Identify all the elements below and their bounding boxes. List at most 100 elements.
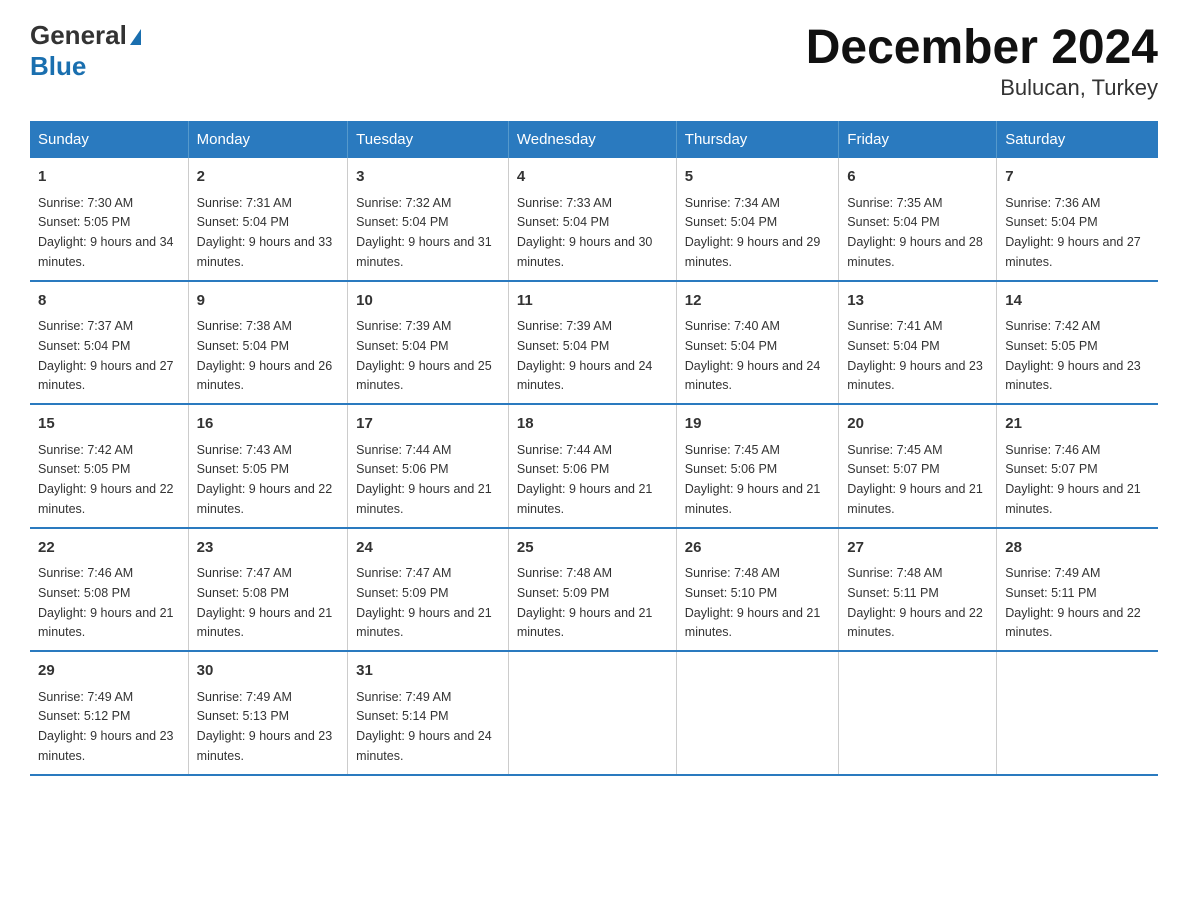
day-number: 21 (1005, 413, 1150, 436)
day-info: Sunrise: 7:35 AMSunset: 5:04 PMDaylight:… (847, 196, 983, 269)
day-info: Sunrise: 7:48 AMSunset: 5:11 PMDaylight:… (847, 566, 983, 639)
calendar-table: SundayMondayTuesdayWednesdayThursdayFrid… (30, 121, 1158, 776)
day-number: 16 (197, 413, 340, 436)
day-info: Sunrise: 7:38 AMSunset: 5:04 PMDaylight:… (197, 319, 333, 392)
day-number: 15 (38, 413, 180, 436)
header-monday: Monday (188, 121, 348, 158)
calendar-week-row: 15 Sunrise: 7:42 AMSunset: 5:05 PMDayligh… (30, 404, 1158, 528)
day-info: Sunrise: 7:48 AMSunset: 5:10 PMDaylight:… (685, 566, 821, 639)
day-number: 23 (197, 537, 340, 560)
day-info: Sunrise: 7:48 AMSunset: 5:09 PMDaylight:… (517, 566, 653, 639)
calendar-cell: 21 Sunrise: 7:46 AMSunset: 5:07 PMDayligh… (997, 404, 1158, 528)
day-number: 14 (1005, 290, 1150, 313)
day-number: 26 (685, 537, 831, 560)
calendar-cell: 26 Sunrise: 7:48 AMSunset: 5:10 PMDayligh… (676, 528, 839, 652)
calendar-week-row: 8 Sunrise: 7:37 AMSunset: 5:04 PMDaylight… (30, 281, 1158, 405)
day-info: Sunrise: 7:45 AMSunset: 5:06 PMDaylight:… (685, 443, 821, 516)
calendar-title: December 2024 (806, 20, 1158, 75)
calendar-cell: 12Sunrise: 7:40 AMSunset: 5:04 PMDayligh… (676, 281, 839, 405)
logo-blue-text: Blue (30, 51, 86, 81)
day-info: Sunrise: 7:43 AMSunset: 5:05 PMDaylight:… (197, 443, 333, 516)
day-number: 13 (847, 290, 988, 313)
calendar-cell: 2 Sunrise: 7:31 AMSunset: 5:04 PMDaylight… (188, 158, 348, 281)
calendar-cell: 31Sunrise: 7:49 AMSunset: 5:14 PMDayligh… (348, 651, 509, 775)
day-number: 11 (517, 290, 668, 313)
calendar-header-row: SundayMondayTuesdayWednesdayThursdayFrid… (30, 121, 1158, 158)
header-wednesday: Wednesday (508, 121, 676, 158)
day-info: Sunrise: 7:37 AMSunset: 5:04 PMDaylight:… (38, 319, 174, 392)
calendar-cell (997, 651, 1158, 775)
calendar-cell: 23 Sunrise: 7:47 AMSunset: 5:08 PMDayligh… (188, 528, 348, 652)
calendar-week-row: 22 Sunrise: 7:46 AMSunset: 5:08 PMDayligh… (30, 528, 1158, 652)
calendar-cell: 24Sunrise: 7:47 AMSunset: 5:09 PMDayligh… (348, 528, 509, 652)
day-number: 2 (197, 166, 340, 189)
title-block: December 2024 Bulucan, Turkey (806, 20, 1158, 101)
calendar-cell: 4Sunrise: 7:33 AMSunset: 5:04 PMDaylight… (508, 158, 676, 281)
day-number: 8 (38, 290, 180, 313)
calendar-cell: 14 Sunrise: 7:42 AMSunset: 5:05 PMDayligh… (997, 281, 1158, 405)
calendar-cell: 30 Sunrise: 7:49 AMSunset: 5:13 PMDayligh… (188, 651, 348, 775)
calendar-cell: 19 Sunrise: 7:45 AMSunset: 5:06 PMDayligh… (676, 404, 839, 528)
calendar-cell: 9 Sunrise: 7:38 AMSunset: 5:04 PMDaylight… (188, 281, 348, 405)
day-number: 30 (197, 660, 340, 683)
calendar-cell: 16 Sunrise: 7:43 AMSunset: 5:05 PMDayligh… (188, 404, 348, 528)
header-sunday: Sunday (30, 121, 188, 158)
day-info: Sunrise: 7:31 AMSunset: 5:04 PMDaylight:… (197, 196, 333, 269)
calendar-cell: 10Sunrise: 7:39 AMSunset: 5:04 PMDayligh… (348, 281, 509, 405)
calendar-subtitle: Bulucan, Turkey (806, 75, 1158, 101)
calendar-cell (508, 651, 676, 775)
day-info: Sunrise: 7:49 AMSunset: 5:12 PMDaylight:… (38, 690, 174, 763)
day-number: 20 (847, 413, 988, 436)
calendar-cell: 22 Sunrise: 7:46 AMSunset: 5:08 PMDayligh… (30, 528, 188, 652)
day-info: Sunrise: 7:30 AMSunset: 5:05 PMDaylight:… (38, 196, 174, 269)
day-number: 18 (517, 413, 668, 436)
day-number: 5 (685, 166, 831, 189)
day-number: 27 (847, 537, 988, 560)
calendar-cell: 28 Sunrise: 7:49 AMSunset: 5:11 PMDayligh… (997, 528, 1158, 652)
calendar-cell: 13 Sunrise: 7:41 AMSunset: 5:04 PMDayligh… (839, 281, 997, 405)
day-number: 7 (1005, 166, 1150, 189)
calendar-cell: 8 Sunrise: 7:37 AMSunset: 5:04 PMDaylight… (30, 281, 188, 405)
day-info: Sunrise: 7:47 AMSunset: 5:09 PMDaylight:… (356, 566, 492, 639)
calendar-cell (839, 651, 997, 775)
day-info: Sunrise: 7:42 AMSunset: 5:05 PMDaylight:… (1005, 319, 1141, 392)
calendar-cell: 29 Sunrise: 7:49 AMSunset: 5:12 PMDayligh… (30, 651, 188, 775)
day-info: Sunrise: 7:47 AMSunset: 5:08 PMDaylight:… (197, 566, 333, 639)
day-number: 28 (1005, 537, 1150, 560)
calendar-cell: 17Sunrise: 7:44 AMSunset: 5:06 PMDayligh… (348, 404, 509, 528)
day-number: 29 (38, 660, 180, 683)
header-thursday: Thursday (676, 121, 839, 158)
day-info: Sunrise: 7:49 AMSunset: 5:11 PMDaylight:… (1005, 566, 1141, 639)
day-number: 3 (356, 166, 500, 189)
day-info: Sunrise: 7:46 AMSunset: 5:07 PMDaylight:… (1005, 443, 1141, 516)
day-info: Sunrise: 7:33 AMSunset: 5:04 PMDaylight:… (517, 196, 653, 269)
day-number: 10 (356, 290, 500, 313)
day-number: 12 (685, 290, 831, 313)
calendar-cell: 11 Sunrise: 7:39 AMSunset: 5:04 PMDayligh… (508, 281, 676, 405)
day-info: Sunrise: 7:49 AMSunset: 5:14 PMDaylight:… (356, 690, 492, 763)
day-number: 17 (356, 413, 500, 436)
day-info: Sunrise: 7:32 AMSunset: 5:04 PMDaylight:… (356, 196, 492, 269)
calendar-cell: 6 Sunrise: 7:35 AMSunset: 5:04 PMDaylight… (839, 158, 997, 281)
calendar-cell (676, 651, 839, 775)
calendar-cell: 5 Sunrise: 7:34 AMSunset: 5:04 PMDaylight… (676, 158, 839, 281)
logo: General Blue (30, 20, 141, 82)
day-number: 22 (38, 537, 180, 560)
day-info: Sunrise: 7:44 AMSunset: 5:06 PMDaylight:… (517, 443, 653, 516)
day-info: Sunrise: 7:42 AMSunset: 5:05 PMDaylight:… (38, 443, 174, 516)
day-info: Sunrise: 7:46 AMSunset: 5:08 PMDaylight:… (38, 566, 174, 639)
day-info: Sunrise: 7:41 AMSunset: 5:04 PMDaylight:… (847, 319, 983, 392)
day-number: 6 (847, 166, 988, 189)
header-tuesday: Tuesday (348, 121, 509, 158)
calendar-cell: 15 Sunrise: 7:42 AMSunset: 5:05 PMDayligh… (30, 404, 188, 528)
page-header: General Blue December 2024 Bulucan, Turk… (30, 20, 1158, 101)
day-number: 9 (197, 290, 340, 313)
header-friday: Friday (839, 121, 997, 158)
day-info: Sunrise: 7:39 AMSunset: 5:04 PMDaylight:… (517, 319, 653, 392)
calendar-cell: 18 Sunrise: 7:44 AMSunset: 5:06 PMDayligh… (508, 404, 676, 528)
day-number: 19 (685, 413, 831, 436)
day-info: Sunrise: 7:49 AMSunset: 5:13 PMDaylight:… (197, 690, 333, 763)
calendar-cell: 25Sunrise: 7:48 AMSunset: 5:09 PMDayligh… (508, 528, 676, 652)
day-info: Sunrise: 7:34 AMSunset: 5:04 PMDaylight:… (685, 196, 821, 269)
logo-arrow-icon (130, 29, 141, 45)
